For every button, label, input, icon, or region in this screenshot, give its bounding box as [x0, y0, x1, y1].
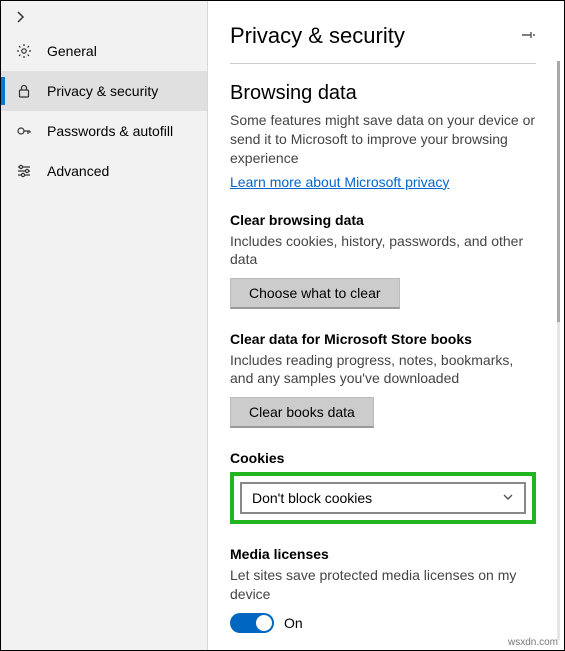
sidebar-expand-icon[interactable] [1, 5, 207, 31]
sidebar-item-label: Passwords & autofill [47, 123, 173, 139]
clear-browsing-data-title: Clear browsing data [230, 212, 536, 228]
clear-books-data-button[interactable]: Clear books data [230, 397, 374, 428]
sidebar-item-label: General [47, 43, 97, 59]
scrollbar-thumb[interactable] [557, 61, 560, 322]
privacy-link[interactable]: Learn more about Microsoft privacy [230, 174, 449, 190]
lock-icon [15, 82, 33, 100]
sidebar-item-general[interactable]: General [1, 31, 207, 71]
sidebar-item-advanced[interactable]: Advanced [1, 151, 207, 191]
pin-icon[interactable] [520, 27, 536, 46]
divider [230, 63, 536, 64]
settings-window: General Privacy & security Passwords & a… [0, 0, 565, 651]
sidebar-item-passwords[interactable]: Passwords & autofill [1, 111, 207, 151]
key-icon [15, 122, 33, 140]
attribution-text: wsxdn.com [508, 637, 558, 648]
media-licenses-toggle-label: On [284, 615, 303, 631]
sliders-icon [15, 162, 33, 180]
sidebar-item-label: Advanced [47, 163, 109, 179]
gear-icon [15, 42, 33, 60]
browsing-data-desc: Some features might save data on your de… [230, 111, 536, 168]
cookies-dropdown[interactable]: Don't block cookies [240, 482, 526, 514]
media-licenses-toggle[interactable] [230, 613, 274, 633]
sidebar-item-privacy[interactable]: Privacy & security [1, 71, 207, 111]
sidebar-item-label: Privacy & security [47, 83, 158, 99]
main-panel: Privacy & security Browsing data Some fe… [208, 1, 564, 650]
cookies-dropdown-highlight: Don't block cookies [230, 472, 536, 524]
media-licenses-title: Media licenses [230, 546, 536, 562]
chevron-down-icon [502, 490, 514, 506]
clear-browsing-data-desc: Includes cookies, history, passwords, an… [230, 232, 536, 268]
section-title-browsing-data: Browsing data [230, 82, 536, 105]
clear-books-title: Clear data for Microsoft Store books [230, 331, 536, 347]
cookies-selected-value: Don't block cookies [252, 490, 372, 506]
cookies-title: Cookies [230, 450, 536, 466]
media-licenses-desc: Let sites save protected media licenses … [230, 566, 536, 602]
choose-what-to-clear-button[interactable]: Choose what to clear [230, 278, 400, 309]
clear-books-desc: Includes reading progress, notes, bookma… [230, 351, 536, 387]
page-title: Privacy & security [230, 23, 405, 49]
scrollbar[interactable] [557, 61, 560, 640]
sidebar: General Privacy & security Passwords & a… [1, 1, 208, 650]
